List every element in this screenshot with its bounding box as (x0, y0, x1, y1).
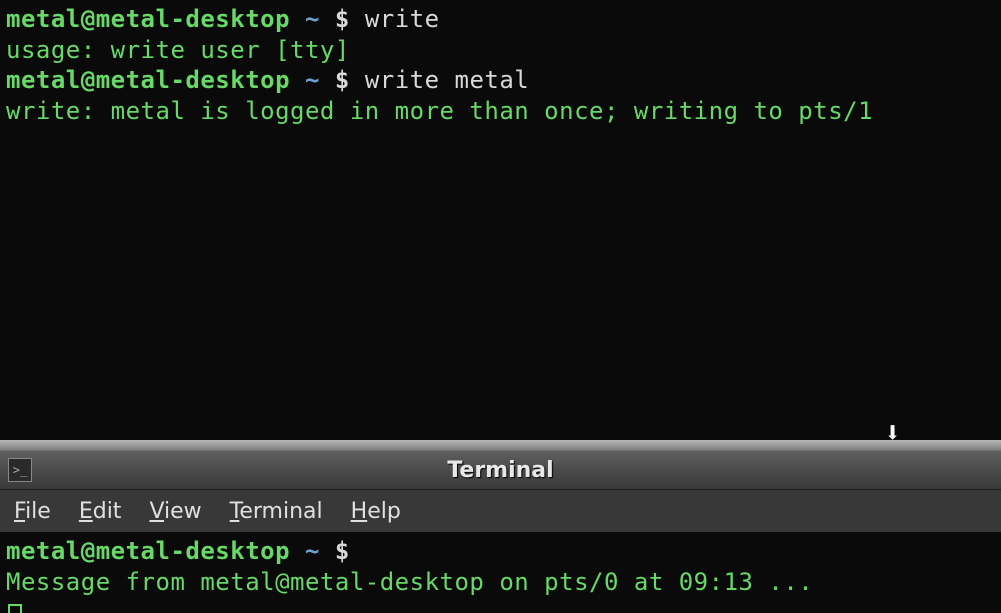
command-text: write (365, 5, 440, 33)
upper-terminal-pane[interactable]: metal@metal-desktop ~ $ write usage: wri… (0, 0, 1001, 440)
prompt-user: metal@metal-desktop (6, 5, 290, 33)
window-titlebar[interactable]: >_ Terminal (0, 450, 1001, 490)
prompt-path: ~ (305, 5, 320, 33)
terminal-line: metal@metal-desktop ~ $ (6, 536, 995, 567)
menu-view[interactable]: View (149, 499, 201, 524)
menu-view-rest: iew (164, 499, 202, 524)
pane-divider[interactable]: ⬇ (0, 440, 1001, 450)
menu-help-rest: elp (367, 499, 401, 524)
terminal-output: write: metal is logged in more than once… (6, 96, 995, 127)
menu-edit-rest: dit (93, 499, 122, 524)
lower-terminal-pane[interactable]: metal@metal-desktop ~ $ Message from met… (0, 532, 1001, 613)
download-arrow-icon: ⬇ (884, 416, 901, 449)
terminal-output: usage: write user [tty] (6, 35, 995, 66)
menu-edit[interactable]: Edit (79, 499, 122, 524)
menu-file[interactable]: File (14, 499, 51, 524)
terminal-app-icon: >_ (8, 458, 32, 482)
menu-file-rest: ile (25, 499, 51, 524)
terminal-output: Message from metal@metal-desktop on pts/… (6, 567, 995, 598)
cursor-icon (8, 604, 22, 613)
menu-help[interactable]: Help (351, 499, 401, 524)
terminal-line: metal@metal-desktop ~ $ write (6, 4, 995, 35)
menu-terminal-rest: erminal (239, 499, 322, 524)
prompt-dollar: $ (335, 66, 350, 94)
menubar: File Edit View Terminal Help (0, 490, 1001, 532)
prompt-dollar: $ (335, 537, 350, 565)
terminal-cursor-line (6, 597, 995, 613)
window-title: Terminal (447, 458, 553, 483)
prompt-path: ~ (305, 537, 320, 565)
prompt-dollar: $ (335, 5, 350, 33)
prompt-user: metal@metal-desktop (6, 66, 290, 94)
prompt-user: metal@metal-desktop (6, 537, 290, 565)
menu-terminal[interactable]: Terminal (230, 499, 323, 524)
command-text: write metal (365, 66, 529, 94)
prompt-path: ~ (305, 66, 320, 94)
terminal-line: metal@metal-desktop ~ $ write metal (6, 65, 995, 96)
